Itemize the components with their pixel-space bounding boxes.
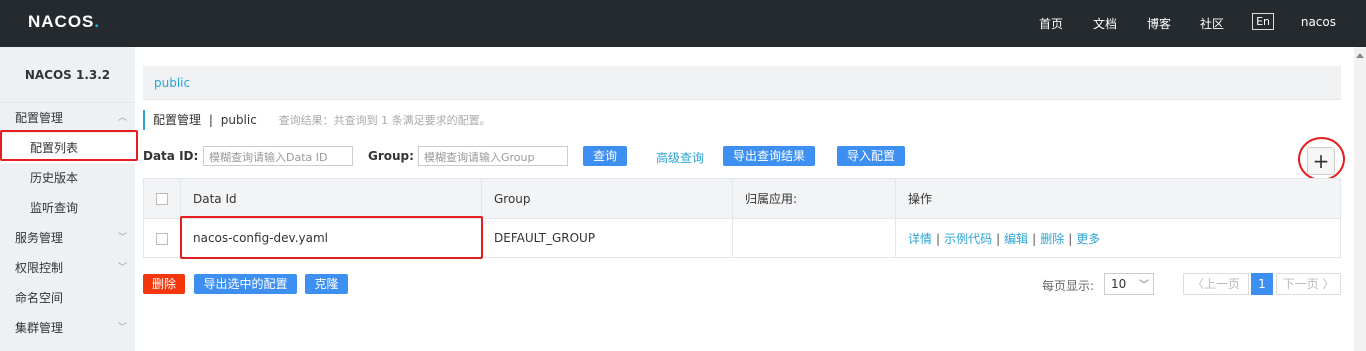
data-id-label: Data ID: bbox=[143, 149, 199, 163]
sidebar-item-label: 服务管理 bbox=[15, 231, 64, 245]
sidebar-item-label: 配置管理 bbox=[15, 111, 64, 125]
sidebar-item-label: 监听查询 bbox=[30, 201, 79, 215]
title-separator: | bbox=[208, 113, 213, 127]
sidebar-item-label: 权限控制 bbox=[15, 261, 64, 275]
op-delete-link[interactable]: 删除 bbox=[1040, 232, 1064, 246]
top-navbar: NACOS. 首页 文档 博客 社区 En nacos bbox=[0, 0, 1366, 47]
cell-operations: 详情 | 示例代码 | 编辑 | 删除 | 更多 bbox=[895, 218, 1341, 258]
sidebar-item-listener-query[interactable]: 监听查询 bbox=[0, 193, 135, 223]
sidebar-item-label: 命名空间 bbox=[15, 291, 64, 305]
import-config-button[interactable]: 导入配置 bbox=[837, 146, 905, 166]
page-title: 配置管理 | public 查询结果：共查询到 1 条满足要求的配置。 bbox=[143, 110, 491, 130]
query-button[interactable]: 查询 bbox=[583, 146, 627, 166]
nav-community[interactable]: 社区 bbox=[1200, 15, 1224, 32]
page-title-text: 配置管理 bbox=[153, 113, 202, 127]
export-selected-button[interactable]: 导出选中的配置 bbox=[194, 274, 297, 294]
row-select-cell bbox=[143, 218, 181, 258]
select-all-cell bbox=[143, 178, 181, 219]
version-label: NACOS 1.3.2 bbox=[0, 47, 135, 103]
namespace-tab-public[interactable]: public bbox=[154, 76, 190, 90]
prev-page-button[interactable]: 〈上一页 bbox=[1183, 273, 1249, 295]
chevron-down-icon: ﹀ bbox=[117, 233, 127, 243]
language-toggle[interactable]: En bbox=[1252, 13, 1274, 30]
namespace-bar: public bbox=[143, 66, 1341, 100]
highlight-circle bbox=[1298, 137, 1345, 181]
next-page-button[interactable]: 下一页 〉 bbox=[1276, 273, 1341, 295]
scroll-up-icon[interactable] bbox=[1356, 53, 1364, 58]
per-page-select[interactable]: 10 ﹀ bbox=[1104, 273, 1154, 295]
group-label: Group: bbox=[368, 149, 414, 163]
per-page-label: 每页显示: bbox=[1042, 279, 1095, 293]
sidebar-item-access-control[interactable]: 权限控制 ﹀ bbox=[0, 253, 135, 283]
row-checkbox[interactable] bbox=[156, 232, 168, 245]
cell-app bbox=[732, 218, 896, 258]
col-data-id[interactable]: Data Id bbox=[180, 178, 482, 219]
highlight-box bbox=[180, 216, 483, 259]
highlight-box bbox=[0, 130, 138, 161]
export-results-button[interactable]: 导出查询结果 bbox=[723, 146, 815, 166]
sidebar-item-label: 历史版本 bbox=[30, 171, 79, 185]
chevron-down-icon: ﹀ bbox=[1139, 280, 1149, 291]
sidebar-item-namespace[interactable]: 命名空间 bbox=[0, 283, 135, 313]
chevron-down-icon: ﹀ bbox=[117, 323, 127, 333]
table-header-row: Data Id Group 归属应用: 操作 bbox=[143, 178, 1341, 219]
group-input[interactable]: 模糊查询请输入Group bbox=[418, 146, 568, 166]
per-page-value: 10 bbox=[1111, 277, 1127, 291]
nav-home[interactable]: 首页 bbox=[1039, 15, 1063, 32]
col-app[interactable]: 归属应用: bbox=[732, 178, 896, 219]
page-1-button[interactable]: 1 bbox=[1251, 273, 1273, 295]
sidebar-item-service-management[interactable]: 服务管理 ﹀ bbox=[0, 223, 135, 253]
col-group[interactable]: Group bbox=[481, 178, 733, 219]
op-more-link[interactable]: 更多 bbox=[1076, 232, 1100, 246]
cell-group: DEFAULT_GROUP bbox=[481, 218, 733, 258]
delete-button[interactable]: 删除 bbox=[143, 274, 185, 294]
nav-blog[interactable]: 博客 bbox=[1147, 15, 1171, 32]
sidebar-item-history[interactable]: 历史版本 bbox=[0, 163, 135, 193]
nacos-logo[interactable]: NACOS. bbox=[28, 12, 100, 32]
op-sample-code-link[interactable]: 示例代码 bbox=[944, 232, 992, 246]
chevron-up-icon: ︿ bbox=[117, 113, 127, 123]
user-menu[interactable]: nacos bbox=[1301, 15, 1336, 29]
title-namespace: public bbox=[220, 113, 257, 127]
sidebar-item-cluster-management[interactable]: 集群管理 ﹀ bbox=[0, 313, 135, 343]
scrollbar[interactable] bbox=[1354, 47, 1366, 351]
advanced-query-link[interactable]: 高级查询 bbox=[656, 149, 704, 166]
clone-button[interactable]: 克隆 bbox=[305, 274, 348, 294]
data-id-input[interactable]: 模糊查询请输入Data ID bbox=[203, 146, 353, 166]
chevron-down-icon: ﹀ bbox=[117, 263, 127, 273]
col-operations: 操作 bbox=[895, 178, 1341, 219]
op-edit-link[interactable]: 编辑 bbox=[1004, 232, 1028, 246]
query-summary: 查询结果：共查询到 1 条满足要求的配置。 bbox=[278, 114, 491, 127]
op-details-link[interactable]: 详情 bbox=[908, 232, 932, 246]
sidebar-item-label: 集群管理 bbox=[15, 321, 64, 335]
sidebar-item-config-management[interactable]: 配置管理 ︿ bbox=[0, 103, 135, 133]
select-all-checkbox[interactable] bbox=[156, 193, 168, 205]
nav-docs[interactable]: 文档 bbox=[1093, 15, 1117, 32]
